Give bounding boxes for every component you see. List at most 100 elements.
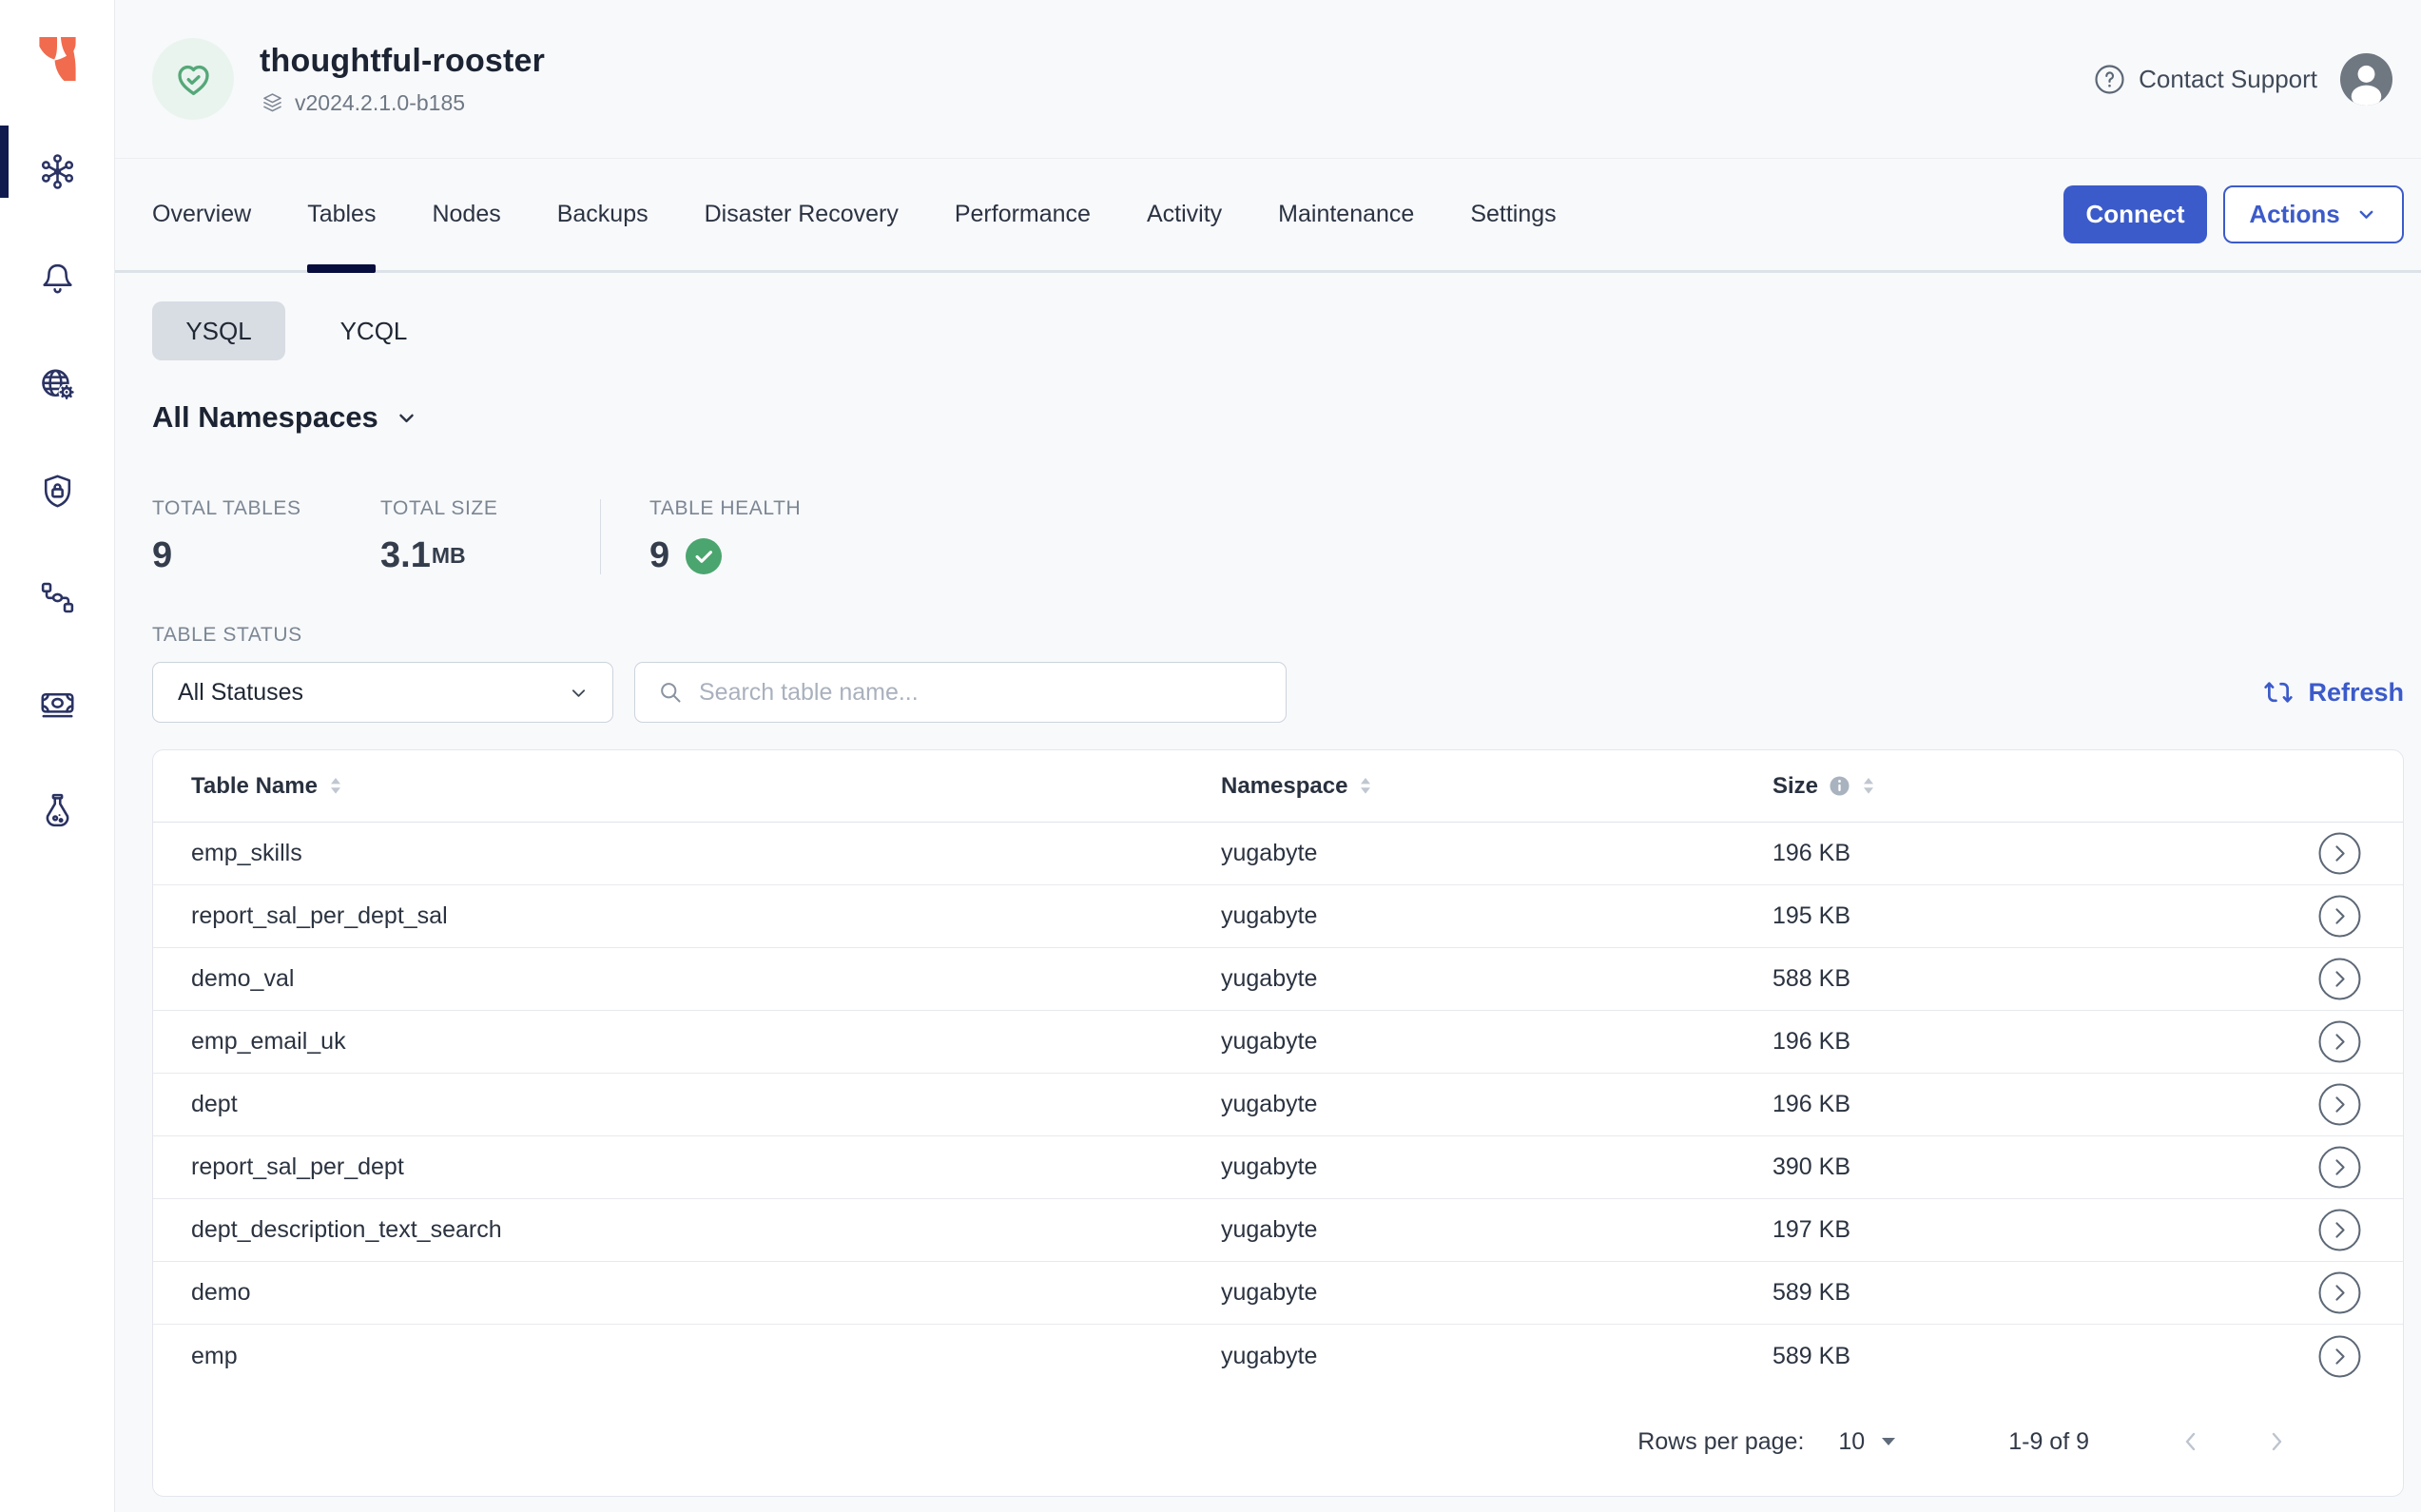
namespace-selector[interactable]: All Namespaces	[152, 400, 420, 435]
page-range: 1-9 of 9	[2008, 1428, 2089, 1456]
sort-icon	[1358, 776, 1373, 796]
chevron-right-icon[interactable]	[2318, 832, 2361, 875]
rows-per-page-label: Rows per page:	[1637, 1428, 1804, 1456]
stat-label: TOTAL TABLES	[152, 497, 380, 520]
sort-icon	[328, 776, 343, 796]
tab-nodes[interactable]: Nodes	[432, 159, 500, 270]
table-name-cell: dept	[191, 1091, 1221, 1118]
sort-icon	[1861, 776, 1876, 796]
chevron-down-icon	[566, 680, 591, 706]
previous-page-button[interactable]	[2177, 1427, 2205, 1456]
table-name-cell: demo	[191, 1279, 1221, 1307]
tab-disaster-recovery[interactable]: Disaster Recovery	[705, 159, 899, 270]
tab-settings[interactable]: Settings	[1470, 159, 1556, 270]
search-input[interactable]	[699, 679, 1267, 707]
title-block: thoughtful-rooster v2024.2.1.0-b185	[260, 43, 545, 116]
filter-row: All Statuses	[152, 662, 2404, 723]
sidebar-item-clusters[interactable]	[0, 118, 114, 224]
info-icon[interactable]	[1829, 775, 1850, 797]
stat-value: 9	[152, 535, 380, 576]
namespace-selector-label: All Namespaces	[152, 400, 378, 435]
column-header-size[interactable]: Size	[1772, 773, 2260, 800]
tabbar-buttons: Connect Actions	[2063, 185, 2404, 243]
sidebar-item-billing[interactable]	[0, 650, 114, 757]
column-header-namespace[interactable]: Namespace	[1221, 773, 1772, 800]
column-header-table-name[interactable]: Table Name	[191, 773, 1221, 800]
tab-tables[interactable]: Tables	[307, 159, 376, 270]
sidebar-item-security-shield[interactable]	[0, 437, 114, 544]
yugabyte-logo[interactable]	[0, 0, 114, 118]
table-status-value: All Statuses	[178, 679, 303, 707]
sidebar-item-global-config[interactable]	[0, 331, 114, 437]
chevron-right-icon[interactable]	[2318, 1335, 2361, 1378]
stat-value: 3.1	[380, 535, 431, 576]
sidebar-nav	[0, 118, 114, 863]
sidebar-item-labs-flask[interactable]	[0, 757, 114, 863]
tab-maintenance[interactable]: Maintenance	[1278, 159, 1414, 270]
chevron-right-icon[interactable]	[2318, 958, 2361, 1000]
table-row[interactable]: demo_valyugabyte588 KB	[153, 948, 2403, 1011]
chevron-down-icon	[393, 404, 420, 432]
size-cell: 588 KB	[1772, 965, 2260, 993]
table-row[interactable]: report_sal_per_deptyugabyte390 KB	[153, 1136, 2403, 1199]
chevron-right-icon[interactable]	[2318, 1083, 2361, 1126]
actions-button[interactable]: Actions	[2223, 185, 2404, 243]
api-toggle-ysql[interactable]: YSQL	[152, 301, 285, 360]
connect-button-label: Connect	[2086, 200, 2185, 229]
integrations-flow-icon	[38, 578, 77, 617]
chevron-right-icon[interactable]	[2318, 1209, 2361, 1251]
chevron-right-icon[interactable]	[2318, 1146, 2361, 1189]
search-icon	[658, 680, 684, 706]
table-row[interactable]: deptyugabyte196 KB	[153, 1074, 2403, 1136]
contact-support-label: Contact Support	[2139, 65, 2317, 94]
namespace-cell: yugabyte	[1221, 1279, 1772, 1307]
rows-per-page-value: 10	[1838, 1428, 1865, 1456]
connect-button[interactable]: Connect	[2063, 185, 2207, 243]
tab-bar: Overview Tables Nodes Backups Disaster Recov…	[115, 159, 2421, 273]
size-cell: 589 KB	[1772, 1279, 2260, 1307]
api-toggle-ycql[interactable]: YCQL	[307, 301, 440, 360]
namespace-cell: yugabyte	[1221, 840, 1772, 867]
chevron-right-icon[interactable]	[2318, 895, 2361, 938]
chevron-right-icon[interactable]	[2318, 1271, 2361, 1314]
table-row[interactable]: emp_skillsyugabyte196 KB	[153, 823, 2403, 885]
namespace-cell: yugabyte	[1221, 1153, 1772, 1181]
dropdown-arrow-icon	[1881, 1437, 1896, 1446]
page-title: thoughtful-rooster	[260, 43, 545, 80]
table-row[interactable]: report_sal_per_dept_salyugabyte195 KB	[153, 885, 2403, 948]
table-row[interactable]: dept_description_text_searchyugabyte197 …	[153, 1199, 2403, 1262]
table-row[interactable]: demoyugabyte589 KB	[153, 1262, 2403, 1325]
sidebar-item-alerts-bell[interactable]	[0, 224, 114, 331]
stat-label: TOTAL SIZE	[380, 497, 600, 520]
main-area: thoughtful-rooster v2024.2.1.0-b185	[115, 0, 2421, 1512]
size-cell: 195 KB	[1772, 902, 2260, 930]
version-row: v2024.2.1.0-b185	[260, 90, 545, 116]
rows-per-page-select[interactable]: 10	[1838, 1428, 1896, 1456]
namespace-cell: yugabyte	[1221, 965, 1772, 993]
tab-overview[interactable]: Overview	[152, 159, 251, 270]
tab-performance[interactable]: Performance	[955, 159, 1091, 270]
table-name-cell: emp	[191, 1343, 1221, 1370]
table-status-select[interactable]: All Statuses	[152, 662, 613, 723]
table-name-cell: demo_val	[191, 965, 1221, 993]
tab-activity[interactable]: Activity	[1147, 159, 1222, 270]
next-page-button[interactable]	[2262, 1427, 2291, 1456]
size-cell: 197 KB	[1772, 1216, 2260, 1244]
refresh-button[interactable]: Refresh	[2262, 676, 2404, 708]
tab-backups[interactable]: Backups	[557, 159, 649, 270]
user-avatar[interactable]	[2340, 53, 2392, 106]
size-cell: 196 KB	[1772, 1028, 2260, 1056]
sidebar-item-integrations-flow[interactable]	[0, 544, 114, 650]
size-cell: 196 KB	[1772, 840, 2260, 867]
version-label: v2024.2.1.0-b185	[295, 90, 465, 116]
table-name-cell: report_sal_per_dept	[191, 1153, 1221, 1181]
chevron-right-icon[interactable]	[2318, 1020, 2361, 1063]
refresh-icon	[2262, 676, 2295, 708]
table-row[interactable]: emp_email_ukyugabyte196 KB	[153, 1011, 2403, 1074]
contact-support-link[interactable]: Contact Support	[2093, 63, 2317, 96]
namespace-cell: yugabyte	[1221, 902, 1772, 930]
clusters-icon	[38, 152, 77, 191]
heart-check-icon	[171, 57, 216, 102]
table-header-row: Table NameNamespaceSize	[153, 750, 2403, 823]
table-row[interactable]: empyugabyte589 KB	[153, 1325, 2403, 1387]
